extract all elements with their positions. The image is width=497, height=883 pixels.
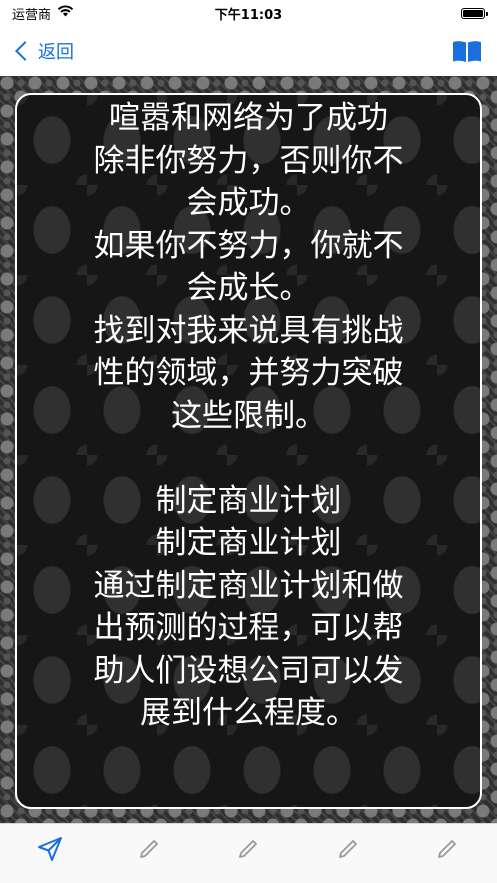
pencil-icon: [438, 840, 457, 858]
wifi-icon: [57, 5, 74, 21]
navigation-bar: 返回: [0, 26, 497, 76]
send-button[interactable]: [30, 834, 70, 864]
text-line: 制定商业计划: [155, 482, 342, 519]
status-bar: 运营商 下午11:03: [0, 0, 497, 26]
text-line: 制定商业计划: [155, 525, 342, 561]
text-body: 喧嚣和网络为了成功 除非你努力，否则你不 会成功。 如果你不努力，你就不 会成长…: [17, 95, 480, 735]
text-line: 助人们设想公司可以发: [93, 652, 404, 689]
text-line: 找到对我来说具有挑战: [93, 312, 404, 349]
edit-button-2[interactable]: [228, 834, 268, 864]
book-button[interactable]: [451, 37, 483, 65]
status-time: 下午11:03: [214, 7, 283, 23]
pencil-icon: [140, 840, 158, 858]
text-line: 性的领域，并努力突破: [93, 355, 404, 391]
text-line: 展到什么程度。: [140, 695, 357, 731]
app-screen: 运营商 下午11:03 返回 喧嚣和网络为了成功 除非你努力，否则你不 会成功。…: [0, 0, 497, 883]
text-line: 会成长。: [186, 270, 311, 306]
send-icon: [37, 837, 62, 861]
text-line: 会成功。: [186, 185, 311, 221]
chevron-left-icon: [15, 41, 35, 61]
back-button[interactable]: 返回: [14, 38, 74, 64]
text-line: 喧嚣和网络为了成功: [109, 100, 388, 136]
battery-level: [463, 9, 483, 17]
text-card[interactable]: 喧嚣和网络为了成功 除非你努力，否则你不 会成功。 如果你不努力，你就不 会成长…: [15, 93, 482, 809]
status-left: 运营商: [12, 4, 74, 23]
back-label: 返回: [38, 42, 74, 63]
carrier-label: 运营商: [12, 7, 52, 23]
text-line: 除非你努力，否则你不: [93, 142, 404, 179]
pencil-icon: [239, 840, 258, 858]
edit-button-3[interactable]: [328, 834, 368, 864]
content-background: 喧嚣和网络为了成功 除非你努力，否则你不 会成功。 如果你不努力，你就不 会成长…: [0, 76, 497, 823]
text-line: 出预测的过程，可以帮: [93, 610, 404, 646]
text-line: 这些限制。: [171, 397, 326, 434]
text-line: 通过制定商业计划和做: [93, 567, 404, 604]
edit-button-4[interactable]: [427, 834, 467, 864]
bottom-toolbar: [0, 823, 497, 883]
pencil-icon: [338, 840, 357, 858]
battery-icon: [461, 7, 488, 19]
text-line: [31, 437, 466, 480]
book-open-icon: [453, 41, 481, 62]
edit-button-1[interactable]: [129, 834, 169, 864]
text-line: 如果你不努力，你就不: [93, 227, 404, 264]
